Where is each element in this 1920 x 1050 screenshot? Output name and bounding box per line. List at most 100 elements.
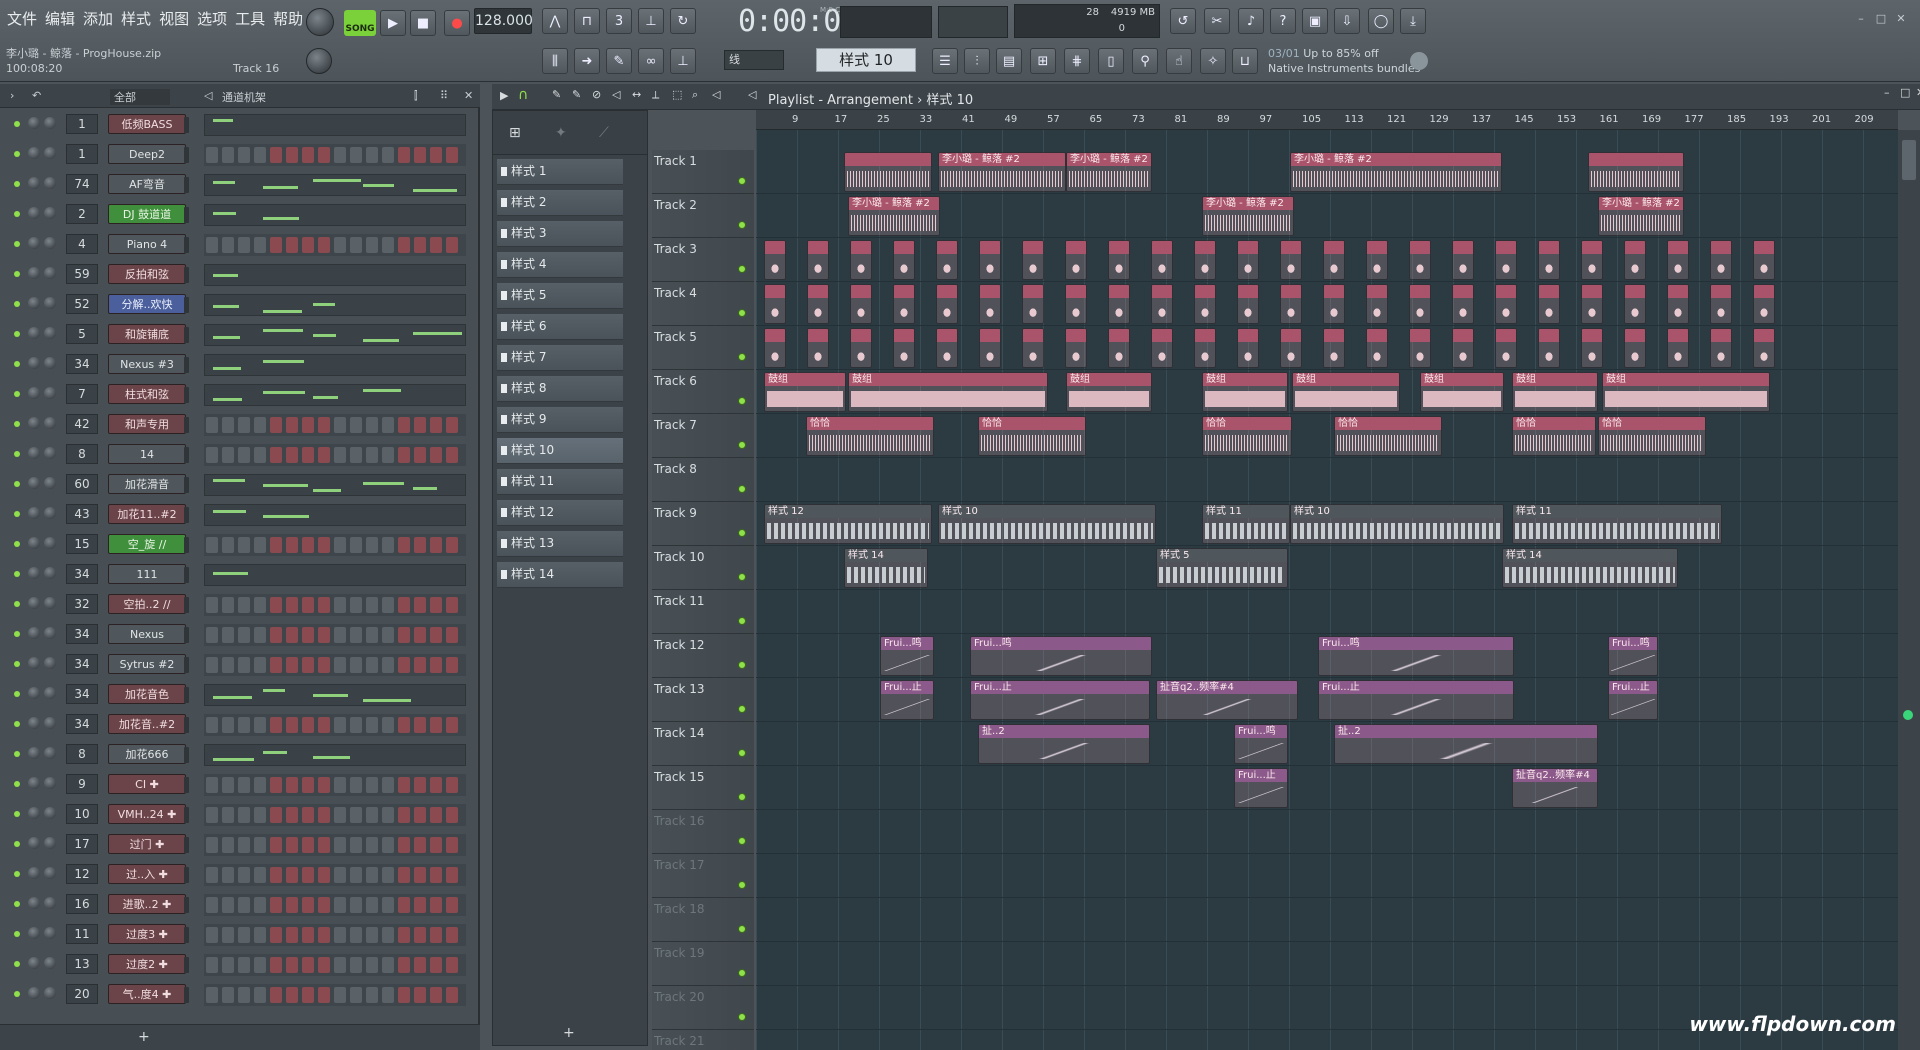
- step-button[interactable]: [254, 537, 266, 553]
- picker-audio-icon[interactable]: ✦: [555, 125, 567, 141]
- step-button[interactable]: [318, 927, 330, 943]
- step-button[interactable]: [350, 597, 362, 613]
- volume-knob[interactable]: [44, 807, 56, 819]
- step-button[interactable]: [270, 957, 282, 973]
- drum-hit-clip[interactable]: [1194, 284, 1216, 324]
- drum-hit-clip[interactable]: [1108, 240, 1130, 280]
- drum-hit-clip[interactable]: [1452, 284, 1474, 324]
- step-button[interactable]: [254, 627, 266, 643]
- step-button[interactable]: [238, 417, 250, 433]
- step-button[interactable]: [334, 597, 346, 613]
- channel-select[interactable]: [184, 867, 189, 883]
- playlist-clip[interactable]: 样式 5: [1156, 548, 1288, 588]
- channel-select[interactable]: [184, 807, 189, 823]
- plugin-picker-button[interactable]: ⋕: [1064, 48, 1090, 74]
- playlist-clip[interactable]: 恰恰: [1202, 416, 1292, 456]
- mixer-track-number[interactable]: 15: [66, 534, 98, 554]
- channel-rack-button[interactable]: ▤: [996, 48, 1022, 74]
- step-button[interactable]: [206, 417, 218, 433]
- mixer-track-number[interactable]: 32: [66, 594, 98, 614]
- playlist-clip[interactable]: 恰恰: [1334, 416, 1442, 456]
- step-button[interactable]: [398, 777, 410, 793]
- wait-record-button[interactable]: ⊓: [574, 8, 600, 34]
- step-button[interactable]: [238, 447, 250, 463]
- step-button[interactable]: [398, 417, 410, 433]
- step-button[interactable]: [238, 147, 250, 163]
- drum-hit-clip[interactable]: [893, 240, 915, 280]
- step-button[interactable]: [206, 627, 218, 643]
- drum-hit-clip[interactable]: [1280, 284, 1302, 324]
- playlist-clip[interactable]: 样式 10: [938, 504, 1156, 544]
- drum-hit-clip[interactable]: [1323, 284, 1345, 324]
- tempo-display[interactable]: 128.000: [474, 8, 533, 34]
- pan-knob[interactable]: [28, 537, 40, 549]
- step-button[interactable]: [318, 447, 330, 463]
- mini-piano-roll[interactable]: [204, 684, 466, 706]
- mixer-track-number[interactable]: 34: [66, 624, 98, 644]
- step-button[interactable]: [382, 777, 394, 793]
- channel-name-button[interactable]: 气..度4 ✚: [108, 984, 186, 1004]
- step-button[interactable]: [206, 837, 218, 853]
- piano-roll-button[interactable]: ⫼: [542, 48, 568, 74]
- channel-led[interactable]: [14, 121, 20, 127]
- mixer-track-number[interactable]: 1: [66, 114, 98, 134]
- pan-knob[interactable]: [28, 417, 40, 429]
- step-button[interactable]: [350, 717, 362, 733]
- channel-led[interactable]: [14, 751, 20, 757]
- volume-knob[interactable]: [44, 567, 56, 579]
- channel-led[interactable]: [14, 181, 20, 187]
- step-button[interactable]: [430, 897, 442, 913]
- channel-name-button[interactable]: Nexus: [108, 624, 186, 644]
- channel-row[interactable]: 15 空_旋 ∕∕: [8, 532, 470, 558]
- step-button[interactable]: [318, 717, 330, 733]
- track-header[interactable]: Track 1: [652, 150, 754, 194]
- mixer-track-number[interactable]: 34: [66, 654, 98, 674]
- volume-knob[interactable]: [44, 477, 56, 489]
- step-button[interactable]: [382, 447, 394, 463]
- step-button[interactable]: [382, 417, 394, 433]
- step-button[interactable]: [414, 837, 426, 853]
- channel-led[interactable]: [14, 661, 20, 667]
- channel-select[interactable]: [184, 447, 189, 463]
- channel-row[interactable]: 17 过门 ✚: [8, 832, 470, 858]
- step-button[interactable]: [286, 777, 298, 793]
- drum-hit-clip[interactable]: [1280, 328, 1302, 368]
- channel-led[interactable]: [14, 991, 20, 997]
- step-button[interactable]: [206, 777, 218, 793]
- drum-hit-clip[interactable]: [1022, 240, 1044, 280]
- mixer-track-number[interactable]: 8: [66, 444, 98, 464]
- drum-hit-clip[interactable]: [1108, 284, 1130, 324]
- step-button[interactable]: [414, 657, 426, 673]
- channel-select[interactable]: [184, 237, 189, 253]
- drum-hit-clip[interactable]: [1194, 240, 1216, 280]
- channel-name-button[interactable]: VMH..24 ✚: [108, 804, 186, 824]
- browser-button[interactable]: ⊞: [1030, 48, 1056, 74]
- playlist-clip[interactable]: 样式 11: [1202, 504, 1290, 544]
- channel-led[interactable]: [14, 151, 20, 157]
- slice-tool-icon[interactable]: ⟂: [652, 88, 659, 102]
- mixer-track-number[interactable]: 34: [66, 564, 98, 584]
- playlist-clip[interactable]: Frui...鸣: [1318, 636, 1514, 676]
- playback-tool-icon[interactable]: ◁: [712, 88, 720, 101]
- step-button[interactable]: [238, 837, 250, 853]
- track-mute-led[interactable]: [738, 573, 746, 581]
- drum-hit-clip[interactable]: [1710, 284, 1732, 324]
- step-button[interactable]: [446, 447, 458, 463]
- mini-piano-roll[interactable]: [204, 174, 466, 196]
- channel-led[interactable]: [14, 841, 20, 847]
- drum-hit-clip[interactable]: [1323, 240, 1345, 280]
- step-button[interactable]: [318, 867, 330, 883]
- mixer-track-number[interactable]: 11: [66, 924, 98, 944]
- channel-led[interactable]: [14, 901, 20, 907]
- track-header[interactable]: Track 3: [652, 238, 754, 282]
- track-header[interactable]: Track 15: [652, 766, 754, 810]
- step-button[interactable]: [334, 777, 346, 793]
- pattern-item[interactable]: 样式 4: [497, 252, 623, 278]
- step-button[interactable]: [286, 867, 298, 883]
- step-button[interactable]: [206, 717, 218, 733]
- step-button[interactable]: [366, 807, 378, 823]
- step-button[interactable]: [334, 417, 346, 433]
- channel-row[interactable]: 20 气..度4 ✚: [8, 982, 470, 1008]
- channel-name-button[interactable]: 加花音..#2: [108, 714, 186, 734]
- pan-knob[interactable]: [28, 567, 40, 579]
